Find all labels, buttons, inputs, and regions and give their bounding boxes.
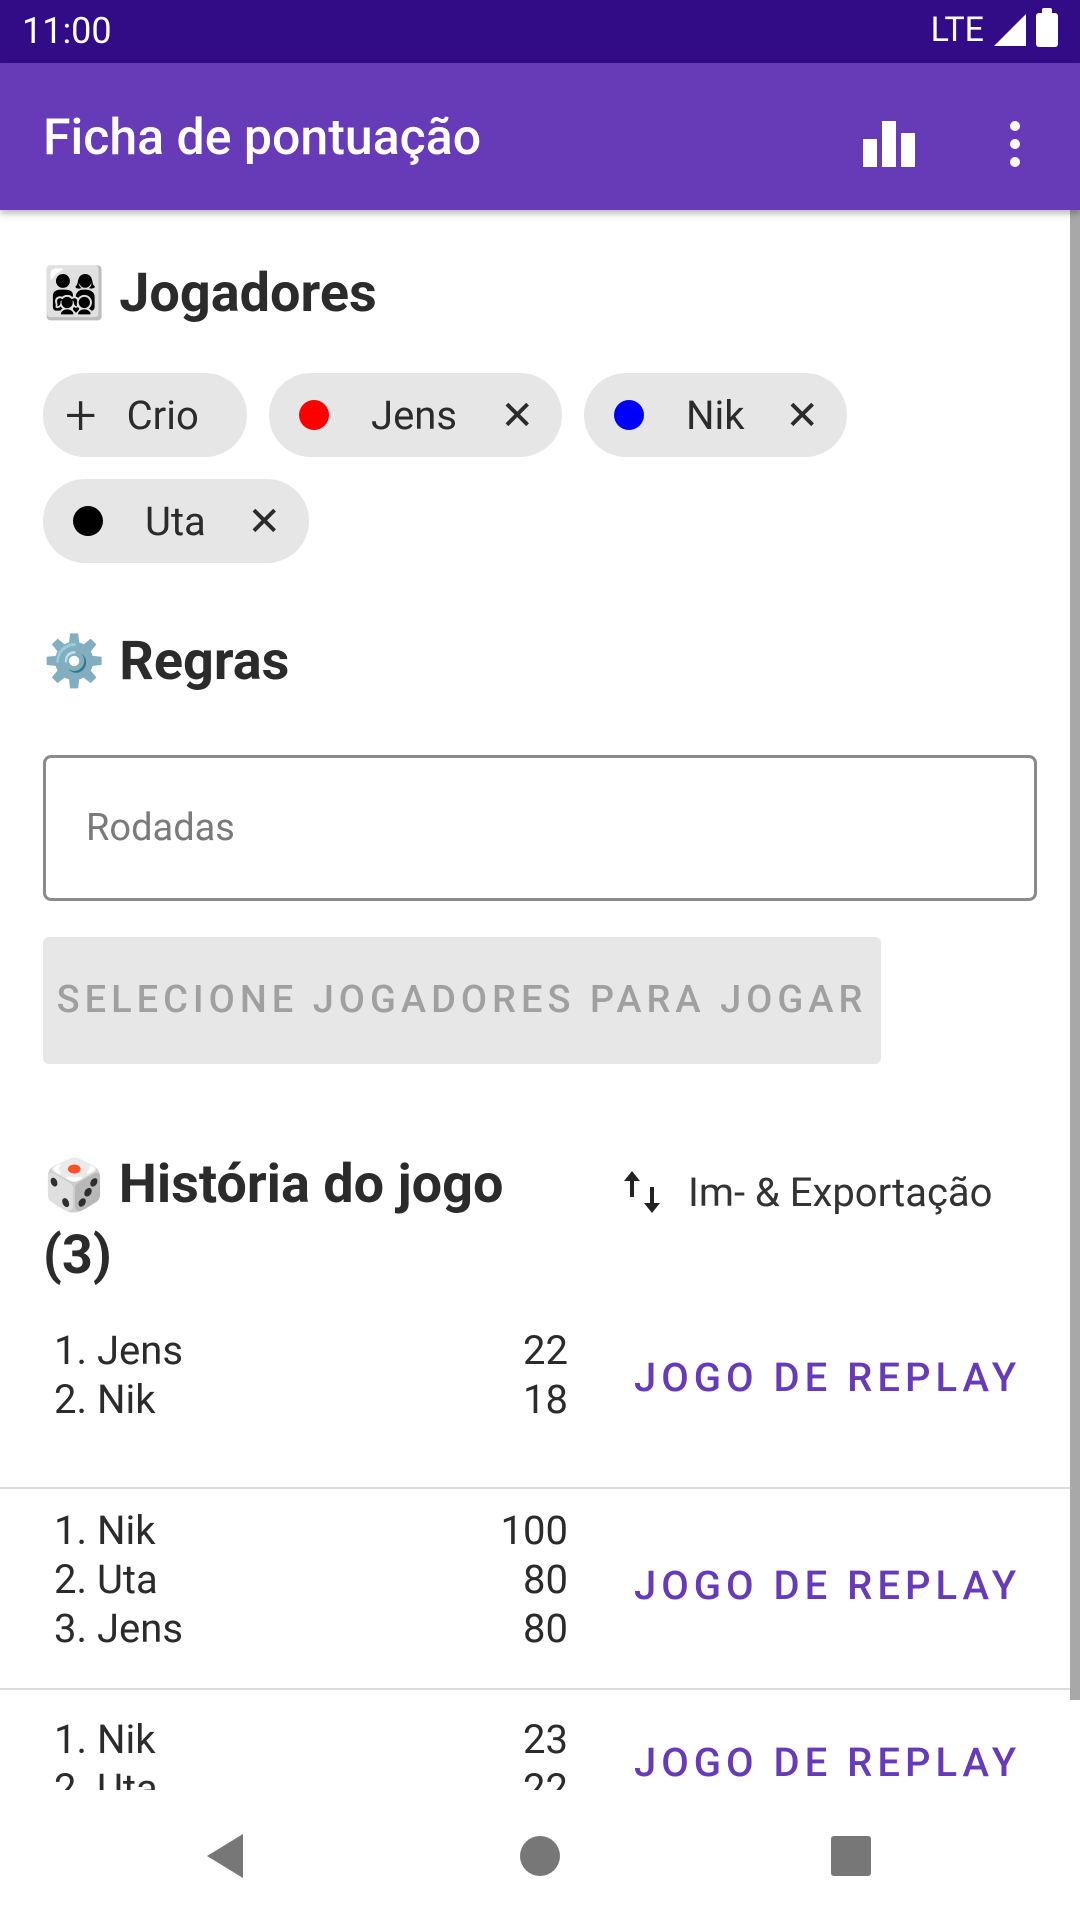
recent-apps-icon[interactable] <box>831 1836 871 1876</box>
player-chip-nik[interactable]: Nik ✕ <box>584 373 847 457</box>
network-type: LTE <box>930 10 984 50</box>
replay-game-button[interactable]: JOGO DE REPLAY <box>634 1354 1021 1401</box>
game-history-row: 1. Nik 2. Uta 3. Jens 100 80 80 JOGO DE … <box>0 1490 1070 1690</box>
rules-heading: ⚙️ Regras <box>43 630 289 693</box>
score-value: 22 <box>523 1327 568 1374</box>
scrollbar[interactable] <box>1070 210 1080 1700</box>
close-icon[interactable]: ✕ <box>247 498 281 545</box>
ranking-entry: 2. Uta <box>54 1765 158 1790</box>
score-value: 18 <box>523 1376 568 1423</box>
status-time: 11:00 <box>22 10 112 52</box>
close-icon[interactable]: ✕ <box>785 392 819 439</box>
ranking-entry: 1. Jens <box>54 1327 183 1374</box>
game-history-row: 1. Nik 2. Uta 23 22 JOGO DE REPLAY <box>0 1691 1070 1790</box>
status-bar: 11:00 LTE <box>0 0 1080 63</box>
add-player-label: Crio <box>126 391 199 439</box>
players-heading: 👨‍👩‍👧‍👦 Jogadores <box>43 262 377 325</box>
rounds-field[interactable] <box>43 755 1037 901</box>
score-value: 80 <box>523 1556 568 1603</box>
player-chip-jens[interactable]: Jens ✕ <box>269 373 562 457</box>
plus-icon: + <box>65 382 97 448</box>
app-bar: Ficha de pontuação <box>0 63 1080 210</box>
bar-chart-icon[interactable] <box>856 111 922 177</box>
main-content[interactable]: 👨‍👩‍👧‍👦 Jogadores + Crio Jens ✕ Nik ✕ Ut… <box>0 210 1080 1790</box>
replay-game-button[interactable]: JOGO DE REPLAY <box>634 1739 1021 1786</box>
family-emoji-icon: 👨‍👩‍👧‍👦 <box>43 264 106 323</box>
rules-title: Regras <box>119 630 290 693</box>
app-title: Ficha de pontuação <box>43 109 482 167</box>
import-export-button[interactable]: Im- & Exportação <box>620 1167 992 1217</box>
add-player-chip[interactable]: + Crio <box>43 373 247 457</box>
game-ranking: 1. Nik 2. Uta <box>54 1715 158 1790</box>
score-value: 23 <box>523 1716 568 1763</box>
player-color-dot <box>299 400 329 430</box>
import-export-label: Im- & Exportação <box>688 1168 993 1216</box>
gear-icon: ⚙️ <box>43 632 106 691</box>
score-value: 80 <box>523 1605 568 1652</box>
home-icon[interactable] <box>520 1836 560 1876</box>
dice-icon: 🎲 <box>43 1157 106 1215</box>
players-title: Jogadores <box>119 262 377 325</box>
score-value: 22 <box>523 1765 568 1790</box>
game-scores: 23 22 <box>440 1715 568 1790</box>
game-scores: 100 80 80 <box>440 1506 568 1653</box>
game-scores: 22 18 <box>440 1326 568 1424</box>
player-name: Jens <box>371 391 458 439</box>
player-name: Nik <box>686 391 745 439</box>
back-icon[interactable] <box>207 1834 243 1878</box>
more-vert-icon[interactable] <box>990 111 1040 177</box>
ranking-entry: 2. Uta <box>54 1556 158 1603</box>
game-ranking: 1. Nik 2. Uta 3. Jens <box>54 1506 183 1653</box>
status-indicators: LTE <box>930 8 1058 50</box>
game-ranking: 1. Jens 2. Nik <box>54 1326 183 1424</box>
player-color-dot <box>614 400 644 430</box>
rounds-input[interactable] <box>46 758 1034 898</box>
battery-icon <box>1036 8 1058 47</box>
ranking-entry: 3. Jens <box>54 1605 183 1652</box>
replay-game-button[interactable]: JOGO DE REPLAY <box>634 1562 1021 1609</box>
player-name: Uta <box>145 497 206 545</box>
ranking-entry: 2. Nik <box>54 1376 156 1423</box>
history-heading: 🎲 História do jogo (3) <box>43 1150 563 1291</box>
player-color-dot <box>73 506 103 536</box>
close-icon[interactable]: ✕ <box>500 392 534 439</box>
history-title: História do jogo (3) <box>43 1153 504 1287</box>
ranking-entry: 1. Nik <box>54 1507 156 1554</box>
swap-vert-icon <box>624 1171 660 1213</box>
ranking-entry: 1. Nik <box>54 1716 156 1763</box>
game-history-row: 1. Jens 2. Nik 22 18 JOGO DE REPLAY <box>0 1326 1070 1489</box>
signal-icon <box>994 14 1026 46</box>
system-nav-bar <box>0 1790 1080 1920</box>
player-chip-uta[interactable]: Uta ✕ <box>43 479 309 563</box>
score-value: 100 <box>500 1507 568 1554</box>
start-game-button[interactable]: SELECIONE JOGADORES PARA JOGAR <box>43 937 881 1064</box>
